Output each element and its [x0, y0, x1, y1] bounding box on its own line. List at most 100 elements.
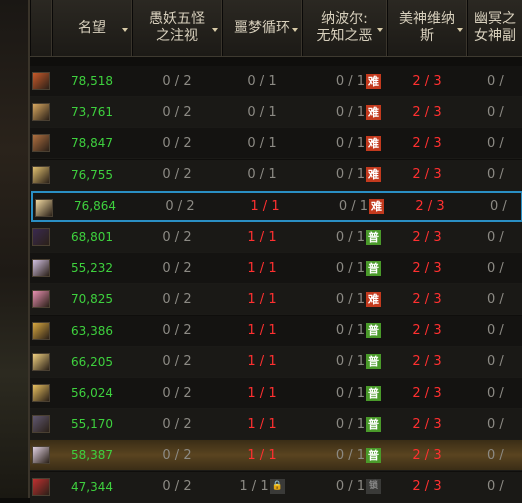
fame-value: 56,024: [52, 378, 132, 408]
hard-difficulty-badge: 难: [369, 198, 384, 214]
table-row[interactable]: 63,386 0 / 2 1 / 1 0 / 1普 2 / 3 0 /: [30, 315, 522, 347]
fame-text: 68,801: [71, 230, 113, 244]
sort-arrow-icon: [457, 28, 463, 32]
progress-text: 0 / 1: [247, 73, 277, 89]
hard-difficulty-badge: 难: [366, 104, 381, 120]
lock-icon: 锁: [366, 479, 381, 495]
avatar: [32, 290, 50, 309]
table-row[interactable]: 76,755 0 / 20 / 10 / 1难2 / 30 /: [30, 159, 522, 191]
fame-text: 78,518: [71, 74, 113, 88]
header-col-1[interactable]: 愚妖五怪 之注视: [132, 0, 222, 56]
progress-col-3: 0 / 1普: [302, 316, 387, 346]
header-col-5[interactable]: 幽冥之 女神副: [467, 0, 522, 56]
progress-col-2: 1 / 1: [222, 440, 302, 470]
progress-text: 0 / 1: [338, 198, 368, 214]
left-side-background: [0, 0, 30, 498]
progress-text: 0 /: [487, 416, 504, 432]
progress-text: 0 / 2: [162, 229, 192, 245]
progress-text: 0 / 1: [335, 323, 365, 339]
progress-text: 0 /: [487, 135, 504, 151]
avatar: [35, 198, 53, 217]
progress-text: 2 / 3: [412, 385, 442, 401]
progress-col-4: 2 / 3: [387, 472, 467, 502]
fame-value: 68,801: [52, 222, 132, 252]
progress-text: 2 / 3: [412, 167, 442, 183]
progress-col-4: 2 / 3: [387, 316, 467, 346]
table-row[interactable]: 78,518 0 / 20 / 10 / 1难2 / 30 /: [30, 66, 522, 97]
avatar: [32, 228, 50, 246]
table-row[interactable]: 76,864 0 / 2 1 / 1 0 / 1难 2 / 3 0 /: [31, 190, 522, 222]
fame-text: 47,344: [71, 479, 113, 494]
table-row[interactable]: 55,170 0 / 2 1 / 1 0 / 1普 2 / 3 0 /: [30, 409, 522, 441]
progress-text: 2 / 3: [412, 135, 442, 151]
header-col-2[interactable]: 噩梦循环: [222, 0, 302, 56]
avatar: [32, 415, 50, 434]
progress-col-2: 1 / 1: [222, 378, 302, 408]
fame-value: 76,864: [55, 193, 135, 220]
progress-text: 0 /: [487, 447, 504, 463]
progress-col-4: 2 / 3: [387, 409, 467, 439]
avatar: [32, 72, 50, 90]
table-row[interactable]: 56,024 0 / 2 1 / 1 0 / 1普 2 / 3 0 /: [30, 378, 522, 409]
progress-text: 1 / 1: [247, 229, 277, 245]
progress-col-5: 0 /: [467, 472, 522, 502]
header-col-5-label: 幽冥之 女神副: [474, 11, 516, 44]
table-row[interactable]: 66,205 0 / 2 1 / 1 0 / 1普 2 / 3 0 /: [30, 346, 522, 378]
progress-col-3: 0 / 1难: [302, 284, 387, 314]
progress-text: 1 / 1: [239, 479, 269, 495]
avatar: [32, 134, 50, 153]
header-fame-label: 名望: [78, 19, 106, 36]
fame-text: 58,387: [71, 448, 113, 463]
progress-col-4: 2 / 3: [387, 97, 467, 127]
progress-text: 0 / 1: [335, 104, 365, 120]
table-row[interactable]: 78,847 0 / 20 / 10 / 1难2 / 30 /: [30, 128, 522, 160]
progress-col-2: 1 / 1: [222, 316, 302, 346]
progress-text: 1 / 1: [247, 385, 277, 401]
progress-col-5: 0 /: [467, 160, 522, 190]
progress-col-3: 0 / 1难: [302, 128, 387, 158]
table-row[interactable]: 55,232 0 / 2 1 / 1 0 / 1普 2 / 3 0 /: [30, 253, 522, 285]
avatar: [32, 384, 50, 402]
progress-col-3: 0 / 1难: [305, 193, 390, 220]
progress-text: 1 / 1: [247, 323, 277, 339]
progress-col-5: 0 /: [467, 409, 522, 439]
progress-col-5: 0 /: [467, 284, 522, 314]
progress-text: 0 / 2: [162, 385, 192, 401]
progress-col-4: 2 / 3: [387, 440, 467, 470]
progress-text: 0 / 2: [162, 291, 192, 307]
progress-col-4: 2 / 3: [387, 347, 467, 377]
header-fame[interactable]: 名望: [52, 0, 132, 56]
progress-text: 2 / 3: [412, 73, 442, 89]
table-row[interactable]: 68,801 0 / 2 1 / 1 0 / 1普 2 / 3 0 /: [30, 222, 522, 253]
fame-value: 63,386: [52, 316, 132, 346]
progress-text: 2 / 3: [412, 260, 442, 276]
progress-text: 0 / 1: [247, 104, 277, 120]
avatar: [32, 477, 50, 496]
progress-col-5: 0 /: [467, 316, 522, 346]
progress-col-4: 2 / 3: [387, 160, 467, 190]
progress-text: 0 /: [490, 198, 507, 214]
progress-col-4: 2 / 3: [387, 128, 467, 158]
sort-arrow-icon: [377, 28, 383, 32]
header-col-4[interactable]: 美神维纳 斯: [387, 0, 467, 56]
fame-value: 55,232: [52, 253, 132, 283]
table-row[interactable]: 58,387 0 / 2 1 / 1 0 / 1普 2 / 3 0 /: [30, 440, 522, 472]
progress-text: 0 /: [487, 167, 504, 183]
fame-value: 66,205: [52, 347, 132, 377]
table-row[interactable]: 70,825 0 / 2 1 / 1 0 / 1难 2 / 3 0 /: [30, 284, 522, 316]
fame-text: 63,386: [71, 323, 113, 338]
hard-difficulty-badge: 难: [366, 291, 381, 307]
table-row[interactable]: 73,761 0 / 20 / 10 / 1难2 / 30 /: [30, 97, 522, 129]
progress-col-3: 0 / 1普: [302, 409, 387, 439]
progress-col-4: 2 / 3: [387, 378, 467, 408]
normal-difficulty-badge: 普: [366, 354, 381, 370]
sort-arrow-icon: [292, 28, 298, 32]
progress-text: 1 / 1: [247, 354, 277, 370]
header-col-3[interactable]: 纳波尔: 无知之恶: [302, 0, 387, 56]
progress-col-2: 1 / 1: [222, 284, 302, 314]
fame-value: 47,344: [52, 472, 132, 502]
normal-difficulty-badge: 普: [366, 416, 381, 432]
progress-text: 0 / 1: [335, 229, 365, 245]
progress-col-2: 1 / 1: [222, 409, 302, 439]
progress-col-2: 1 / 1 🔒: [222, 472, 302, 502]
